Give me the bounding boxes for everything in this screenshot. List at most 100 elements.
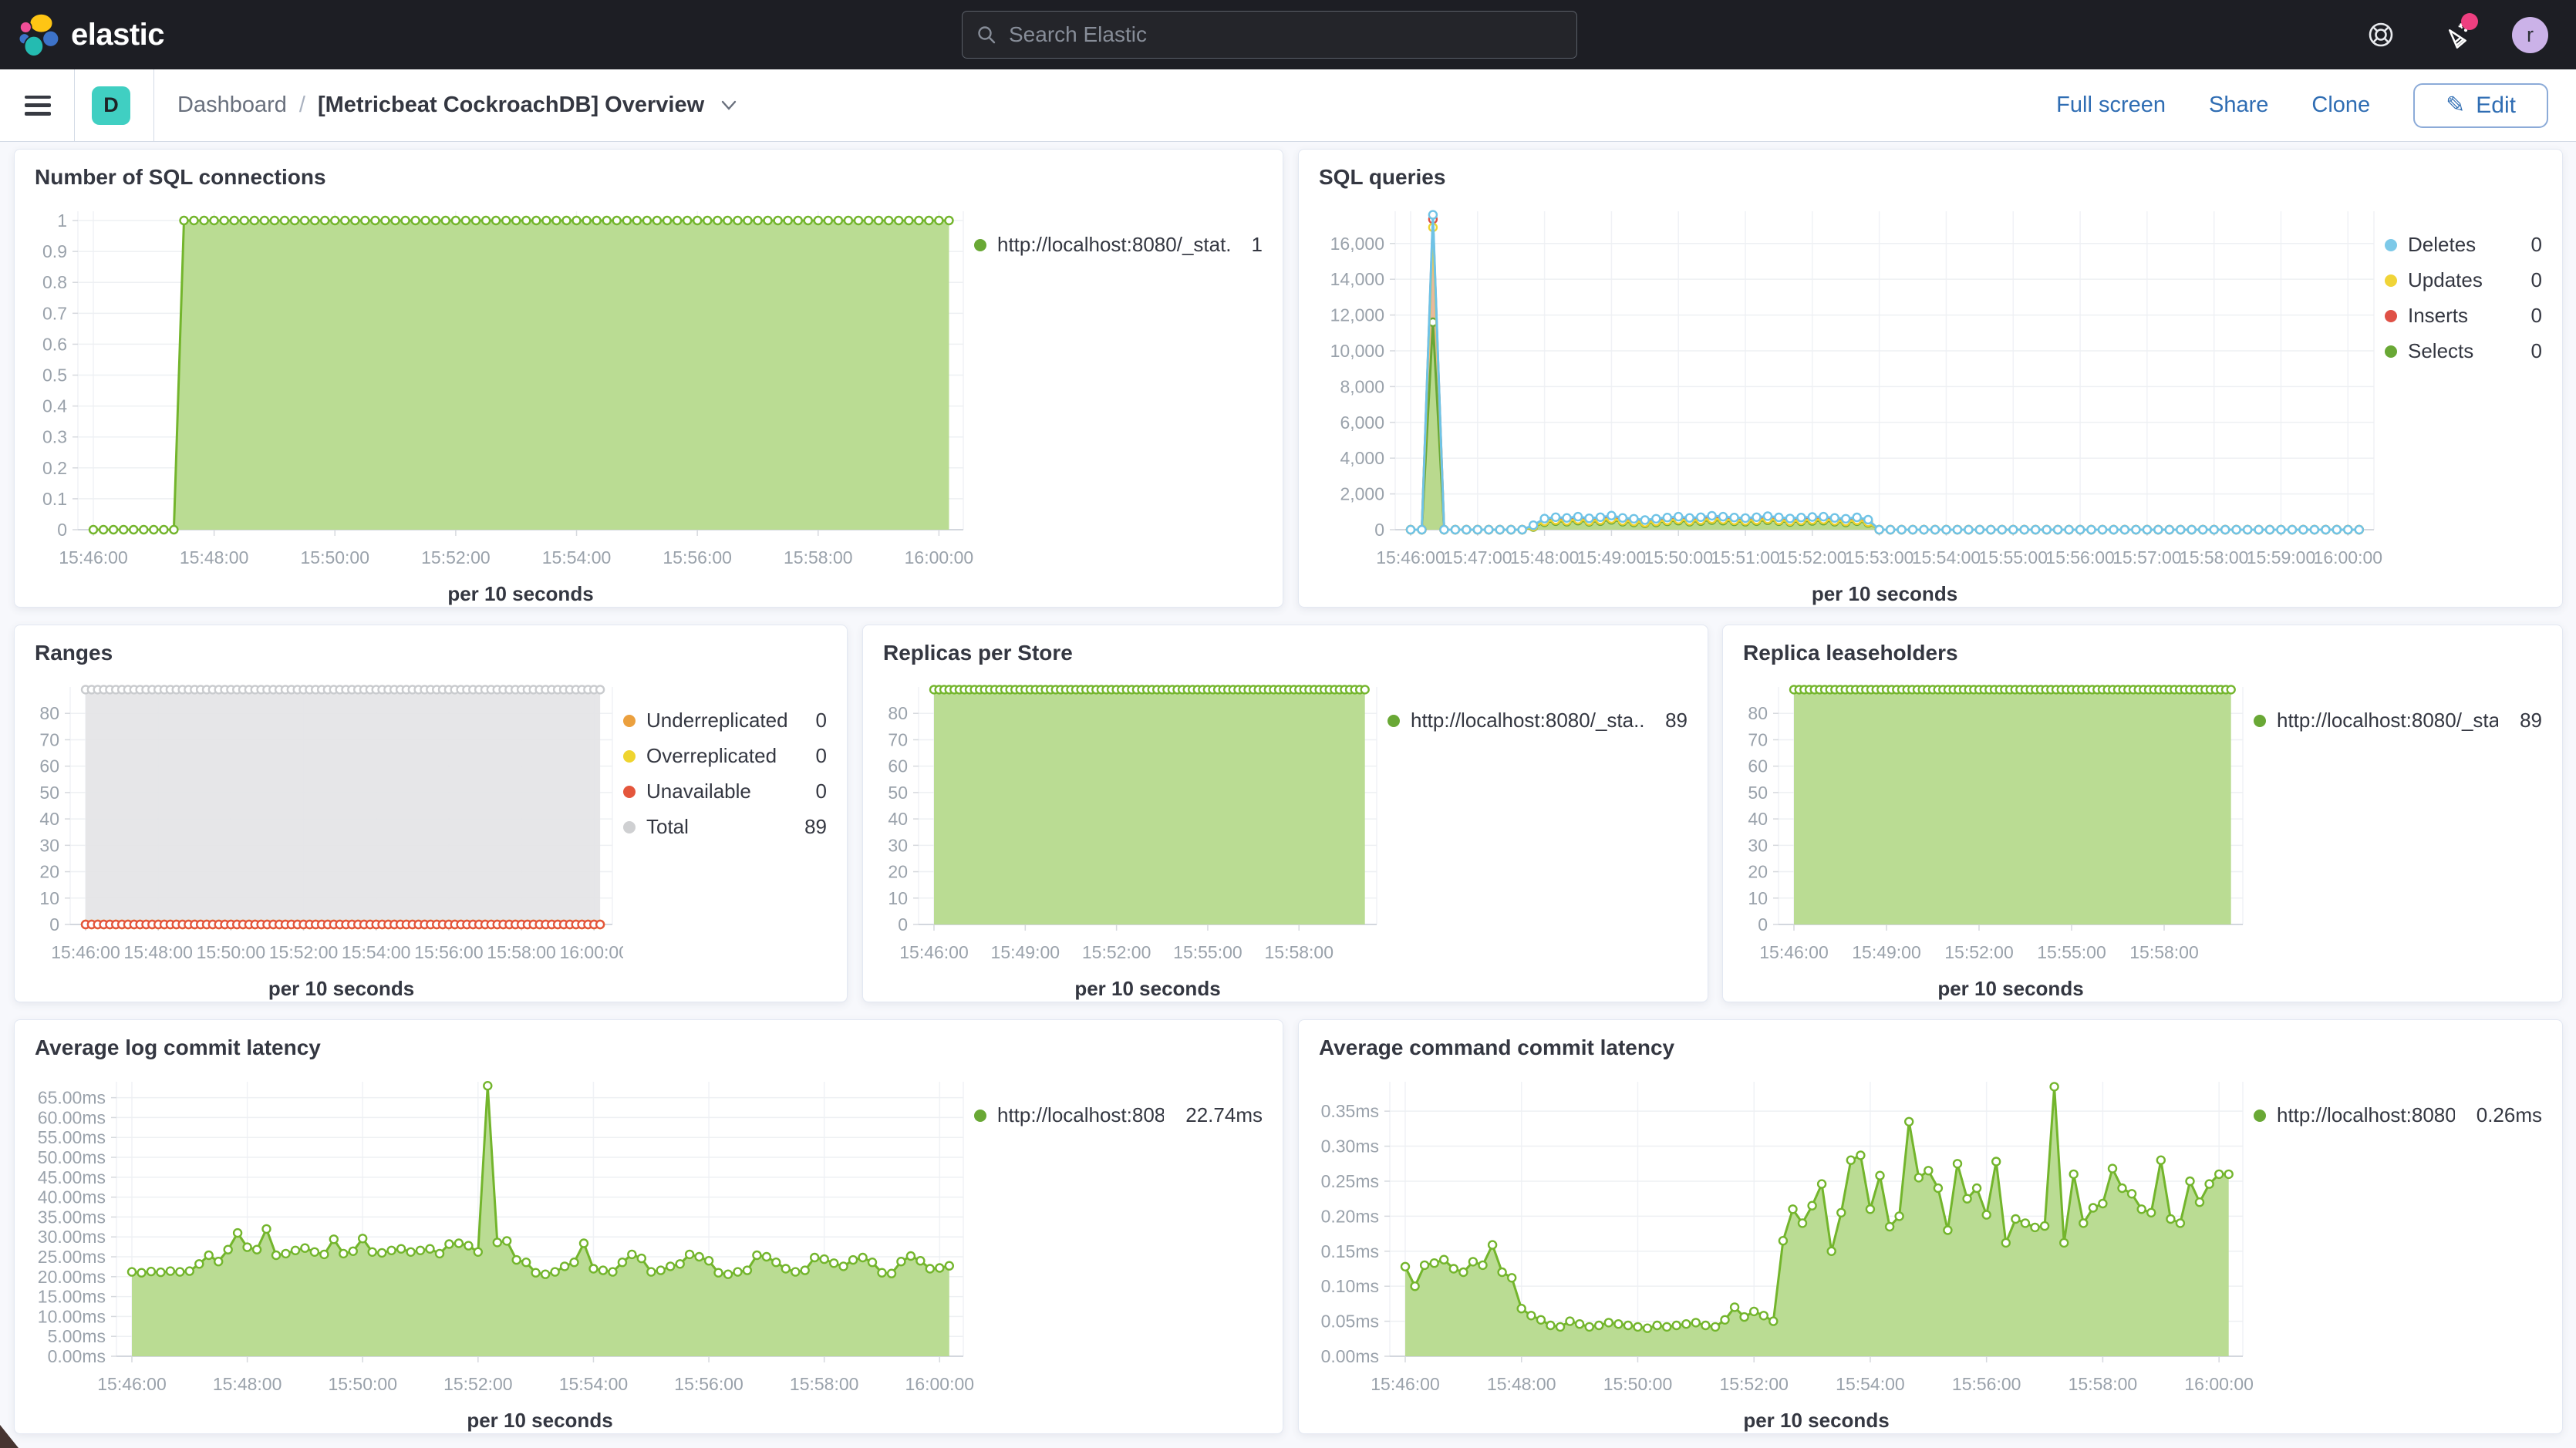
panel-title[interactable]: Ranges (15, 625, 847, 668)
chart-canvas-number-of-sql-connections[interactable]: 15:46:0015:48:0015:50:0015:52:0015:54:00… (15, 193, 974, 607)
help-icon[interactable] (2364, 18, 2398, 52)
svg-text:30: 30 (1748, 835, 1768, 855)
series-area-deletes (1411, 215, 2359, 530)
space-badge[interactable]: D (92, 86, 130, 125)
panel-title[interactable]: Average command commit latency (1299, 1020, 2562, 1063)
svg-text:15:46:00: 15:46:00 (1371, 1374, 1440, 1394)
chart-legend: http://localhost:8080...0.26ms (2254, 1063, 2562, 1433)
chart-canvas-ranges[interactable]: 15:46:0015:48:0015:50:0015:52:0015:54:00… (15, 668, 623, 1002)
svg-text:15:52:00: 15:52:00 (1944, 942, 2014, 962)
legend-item-total[interactable]: Total89 (623, 815, 827, 839)
svg-text:5.00ms: 5.00ms (48, 1326, 106, 1346)
panel-title[interactable]: Number of SQL connections (15, 150, 1283, 193)
panel-sql-queries: SQL queries 15:46:0015:47:0015:48:0015:49… (1298, 149, 2563, 608)
panel-replica-leaseholders: Replica leaseholders15:46:0015:49:0015:5… (1722, 625, 2563, 1002)
x-axis: 15:46:0015:49:0015:52:0015:55:0015:58:00 (1759, 924, 2199, 962)
svg-text:15:49:00: 15:49:00 (1577, 547, 1647, 567)
chart-area[interactable]: 15:46:0015:48:0015:50:0015:52:0015:54:00… (1299, 1063, 2254, 1433)
svg-text:15:54:00: 15:54:00 (1836, 1374, 1905, 1394)
chart-area[interactable]: 15:46:0015:49:0015:52:0015:55:0015:58:00… (1723, 668, 2254, 1002)
legend-dot (623, 715, 636, 727)
chart-area[interactable]: 15:46:0015:49:0015:52:0015:55:0015:58:00… (863, 668, 1387, 1002)
legend-value: 0 (2520, 339, 2542, 363)
svg-text:15:58:00: 15:58:00 (790, 1374, 859, 1394)
legend-item-http-localhost-8080-sta[interactable]: http://localhost:8080/_sta...89 (1387, 709, 1688, 732)
elastic-brand[interactable]: elastic (17, 0, 164, 69)
svg-text:70: 70 (1748, 729, 1768, 749)
svg-text:60: 60 (1748, 756, 1768, 776)
chart-area[interactable]: 15:46:0015:48:0015:50:0015:52:0015:54:00… (15, 668, 623, 1002)
legend-value: 0 (805, 744, 827, 768)
svg-text:40: 40 (1748, 809, 1768, 829)
dashboard-toolbar: D Dashboard / [Metricbeat CockroachDB] O… (0, 69, 2576, 142)
legend-label: Underreplicated (646, 709, 788, 732)
x-axis-label: per 10 seconds (1743, 1409, 1889, 1432)
svg-text:15:46:00: 15:46:00 (1376, 547, 1445, 567)
legend-item-overreplicated[interactable]: Overreplicated0 (623, 744, 827, 768)
legend-item-underreplicated[interactable]: Underreplicated0 (623, 709, 827, 732)
legend-item-updates[interactable]: Updates0 (2385, 268, 2542, 292)
legend-value: 89 (2509, 709, 2542, 732)
global-search-bar[interactable] (962, 11, 1577, 59)
search-input[interactable] (1007, 22, 1563, 48)
menu-icon[interactable] (25, 96, 51, 116)
user-avatar[interactable]: r (2512, 17, 2548, 53)
svg-text:0.9: 0.9 (42, 241, 67, 261)
chart-canvas-replica-leaseholders[interactable]: 15:46:0015:49:0015:52:0015:55:0015:58:00… (1723, 668, 2254, 1002)
panel-title[interactable]: Replica leaseholders (1723, 625, 2562, 668)
x-axis: 15:46:0015:47:0015:48:0015:49:0015:50:00… (1376, 530, 2382, 567)
edit-button[interactable]: ✎ Edit (2413, 83, 2548, 128)
full-screen-button[interactable]: Full screen (2056, 93, 2166, 118)
svg-text:10.00ms: 10.00ms (38, 1306, 106, 1326)
series-area-http-localhost-8080-status-vars (93, 221, 949, 530)
legend-item-http-localhost-8080[interactable]: http://localhost:8080...0.26ms (2254, 1103, 2542, 1127)
svg-text:15:54:00: 15:54:00 (1912, 547, 1981, 567)
clone-button[interactable]: Clone (2311, 93, 2370, 118)
legend-dot (2254, 715, 2266, 727)
chart-canvas-average-command-commit-latency[interactable]: 15:46:0015:48:0015:50:0015:52:0015:54:00… (1299, 1063, 2254, 1433)
chart-area[interactable]: 15:46:0015:47:0015:48:0015:49:0015:50:00… (1299, 193, 2385, 607)
svg-text:15:50:00: 15:50:00 (328, 1374, 397, 1394)
legend-dot (974, 1110, 986, 1122)
svg-text:0.5: 0.5 (42, 365, 67, 386)
chart-area[interactable]: 15:46:0015:48:0015:50:0015:52:0015:54:00… (15, 193, 974, 607)
kibana-dashboard-page: elastic (0, 0, 2576, 1448)
newsfeed-icon[interactable] (2438, 18, 2472, 52)
legend-label: http://localhost:8080/_stat... (997, 233, 1230, 257)
chart-canvas-average-log-commit-latency[interactable]: 15:46:0015:48:0015:50:0015:52:0015:54:00… (15, 1063, 974, 1433)
svg-text:16:00:00: 16:00:00 (559, 942, 623, 962)
svg-text:16,000: 16,000 (1330, 234, 1384, 254)
page-title[interactable]: [Metricbeat CockroachDB] Overview (318, 93, 704, 118)
breadcrumb-dashboard-link[interactable]: Dashboard (177, 93, 287, 118)
x-axis-label: per 10 seconds (268, 977, 414, 1000)
svg-text:6,000: 6,000 (1340, 413, 1384, 433)
legend-value: 89 (794, 815, 827, 839)
svg-text:70: 70 (888, 729, 908, 749)
legend-item-http-localhost-8080-sta[interactable]: http://localhost:8080/_sta...89 (2254, 709, 2542, 732)
legend-item-http-localhost-8080-stat[interactable]: http://localhost:8080/_stat...1 (974, 233, 1263, 257)
panel-title[interactable]: Average log commit latency (15, 1020, 1283, 1063)
y-axis: 0.35ms0.30ms0.25ms0.20ms0.15ms0.10ms0.05… (1321, 1101, 1390, 1366)
legend-dot (2254, 1110, 2266, 1122)
legend-item-deletes[interactable]: Deletes0 (2385, 233, 2542, 257)
panel-title[interactable]: Replicas per Store (863, 625, 1708, 668)
legend-value: 0 (2520, 233, 2542, 257)
chevron-down-icon[interactable] (721, 100, 737, 111)
legend-item-selects[interactable]: Selects0 (2385, 339, 2542, 363)
svg-text:2,000: 2,000 (1340, 484, 1384, 504)
svg-text:60.00ms: 60.00ms (38, 1107, 106, 1127)
chart-legend: http://localhost:8080/_sta...89 (2254, 668, 2562, 1002)
chart-area[interactable]: 15:46:0015:48:0015:50:0015:52:0015:54:00… (15, 1063, 974, 1433)
legend-label: Updates (2408, 268, 2483, 292)
panel-body: 15:46:0015:49:0015:52:0015:55:0015:58:00… (1723, 668, 2562, 1002)
share-button[interactable]: Share (2209, 93, 2268, 118)
svg-text:30.00ms: 30.00ms (38, 1227, 106, 1247)
panel-title[interactable]: SQL queries (1299, 150, 2562, 193)
legend-item-http-localhost-808[interactable]: http://localhost:808...22.74ms (974, 1103, 1263, 1127)
chart-canvas-sql-queries[interactable]: 15:46:0015:47:0015:48:0015:49:0015:50:00… (1299, 193, 2385, 607)
chart-canvas-replicas-per-store[interactable]: 15:46:0015:49:0015:52:0015:55:0015:58:00… (863, 668, 1387, 1002)
series-area-http-localhost-8080-status-vars (132, 1086, 949, 1356)
legend-item-inserts[interactable]: Inserts0 (2385, 304, 2542, 328)
panel-replicas-per-store: Replicas per Store15:46:0015:49:0015:52:… (862, 625, 1708, 1002)
legend-item-unavailable[interactable]: Unavailable0 (623, 780, 827, 803)
